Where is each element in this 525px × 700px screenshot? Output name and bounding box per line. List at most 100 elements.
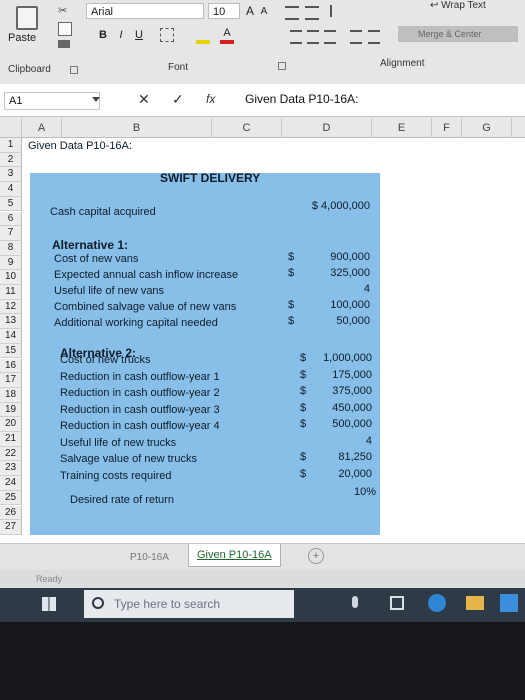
insert-function-button[interactable]: fx — [206, 92, 215, 106]
clipboard-dialog-launcher[interactable] — [70, 66, 78, 74]
paste-button[interactable]: Paste — [6, 6, 50, 50]
alt2-label[interactable]: Useful life of new trucks — [60, 437, 176, 449]
name-box-dropdown-icon[interactable] — [92, 97, 100, 102]
row-header[interactable]: 20 — [0, 417, 22, 432]
alt2-value[interactable]: 500,000 — [302, 418, 372, 430]
cancel-icon[interactable]: ✕ — [138, 91, 150, 108]
alt1-header[interactable]: Alternative 1: — [52, 238, 128, 252]
alt2-label[interactable]: Reduction in cash outflow-year 1 — [60, 371, 220, 383]
alt2-value[interactable]: 1,000,000 — [302, 352, 372, 364]
cut-icon[interactable]: ✂ — [58, 4, 67, 17]
alt1-value[interactable]: 4 — [300, 283, 370, 295]
alt1-value[interactable]: 100,000 — [300, 299, 370, 311]
alt2-label[interactable]: Reduction in cash outflow-year 2 — [60, 387, 220, 399]
alt2-value[interactable]: 4 — [302, 435, 372, 447]
align-top-icon[interactable] — [285, 6, 299, 20]
row-header[interactable]: 3 — [0, 167, 22, 183]
windows-start-icon[interactable] — [42, 597, 56, 611]
alt2-value[interactable]: 450,000 — [302, 402, 372, 414]
tab-given-p10-16a[interactable]: Given P10-16A — [188, 544, 281, 567]
shrink-font-button[interactable]: A — [258, 5, 270, 19]
row-header[interactable]: 17 — [0, 373, 22, 388]
formula-content[interactable]: Given Data P10-16A: — [245, 92, 358, 106]
sheet-title[interactable]: SWIFT DELIVERY — [160, 171, 260, 185]
row-header[interactable]: 14 — [0, 329, 22, 344]
tab-p10-16a[interactable]: P10-16A — [130, 552, 169, 563]
row-header[interactable]: 2 — [0, 152, 22, 168]
row-header[interactable]: 16 — [0, 358, 22, 374]
alt2-value[interactable]: 20,000 — [302, 468, 372, 480]
font-color-button[interactable]: A — [220, 26, 234, 44]
alt2-label[interactable]: Training costs required — [60, 470, 171, 482]
row-header[interactable]: 26 — [0, 505, 22, 521]
rate-label[interactable]: Desired rate of return — [70, 494, 174, 506]
row-header[interactable]: 6 — [0, 211, 22, 227]
column-header[interactable]: F — [432, 118, 462, 138]
orientation-icon[interactable] — [330, 5, 346, 17]
row-header[interactable]: 9 — [0, 255, 22, 271]
italic-button[interactable]: I — [114, 28, 128, 42]
row-header[interactable]: 11 — [0, 285, 22, 300]
cash-capital-value[interactable]: $ 4,000,000 — [290, 200, 370, 212]
alt2-value[interactable]: 375,000 — [302, 385, 372, 397]
alt1-label[interactable]: Expected annual cash inflow increase — [54, 269, 238, 281]
merge-center-button[interactable]: Merge & Center — [398, 26, 518, 42]
alt1-label[interactable]: Useful life of new vans — [54, 285, 164, 297]
column-header[interactable]: D — [282, 118, 372, 138]
alt1-value[interactable]: 325,000 — [300, 267, 370, 279]
align-middle-icon[interactable] — [305, 6, 319, 20]
underline-button[interactable]: U — [132, 28, 146, 42]
font-dialog-launcher[interactable] — [278, 62, 286, 70]
alt1-value[interactable]: 50,000 — [300, 315, 370, 327]
row-header[interactable]: 15 — [0, 343, 22, 359]
borders-icon[interactable] — [160, 28, 174, 42]
column-header[interactable]: G — [462, 118, 512, 138]
alt1-label[interactable]: Cost of new vans — [54, 253, 138, 265]
row-header[interactable]: 12 — [0, 299, 22, 315]
edge-icon[interactable] — [428, 594, 446, 612]
row-header[interactable]: 4 — [0, 182, 22, 197]
column-header[interactable]: H — [512, 118, 525, 138]
worksheet-grid[interactable]: ABCDEFGH 1234567891011121314151617181920… — [0, 118, 525, 543]
row-header[interactable]: 22 — [0, 446, 22, 462]
rate-value[interactable]: 10% — [320, 486, 376, 498]
alt1-label[interactable]: Combined salvage value of new vans — [54, 301, 236, 313]
row-header[interactable]: 19 — [0, 402, 22, 418]
font-size-select[interactable]: 10 — [208, 3, 240, 19]
align-center-icon[interactable] — [307, 30, 319, 44]
row-header[interactable]: 8 — [0, 240, 22, 256]
task-view-icon[interactable] — [390, 596, 404, 610]
column-header[interactable]: A — [22, 118, 62, 138]
alt2-label[interactable]: Cost of new trucks — [60, 354, 150, 366]
wrap-text-button[interactable]: ↩ Wrap Text — [430, 0, 510, 14]
decrease-indent-icon[interactable] — [350, 30, 362, 44]
taskbar-search-box[interactable]: Type here to search — [84, 590, 294, 618]
file-explorer-icon[interactable] — [466, 596, 484, 610]
row-header[interactable]: 7 — [0, 226, 22, 241]
new-sheet-button[interactable]: + — [308, 548, 324, 564]
row-header[interactable]: 25 — [0, 490, 22, 506]
font-name-select[interactable]: Arial — [86, 3, 204, 19]
bold-button[interactable]: B — [96, 28, 110, 42]
alt1-value[interactable]: 900,000 — [300, 251, 370, 263]
format-painter-icon[interactable] — [58, 40, 70, 48]
align-left-icon[interactable] — [290, 30, 302, 44]
row-header[interactable]: 5 — [0, 196, 22, 212]
alt2-label[interactable]: Salvage value of new trucks — [60, 453, 197, 465]
grow-font-button[interactable]: A — [244, 4, 256, 18]
alt2-value[interactable]: 175,000 — [302, 369, 372, 381]
row-header[interactable]: 18 — [0, 387, 22, 403]
row-header[interactable]: 23 — [0, 461, 22, 477]
cash-capital-label[interactable]: Cash capital acquired — [50, 206, 156, 218]
row-header[interactable]: 10 — [0, 270, 22, 285]
store-icon[interactable] — [500, 594, 518, 612]
cell-a1[interactable]: Given Data P10-16A: — [28, 140, 132, 152]
row-header[interactable]: 1 — [0, 138, 22, 153]
row-header[interactable]: 21 — [0, 432, 22, 447]
row-header[interactable]: 27 — [0, 520, 22, 535]
row-header[interactable]: 13 — [0, 314, 22, 330]
align-right-icon[interactable] — [324, 30, 336, 44]
column-header[interactable]: E — [372, 118, 432, 138]
alt2-value[interactable]: 81,250 — [302, 451, 372, 463]
alt1-label[interactable]: Additional working capital needed — [54, 317, 218, 329]
